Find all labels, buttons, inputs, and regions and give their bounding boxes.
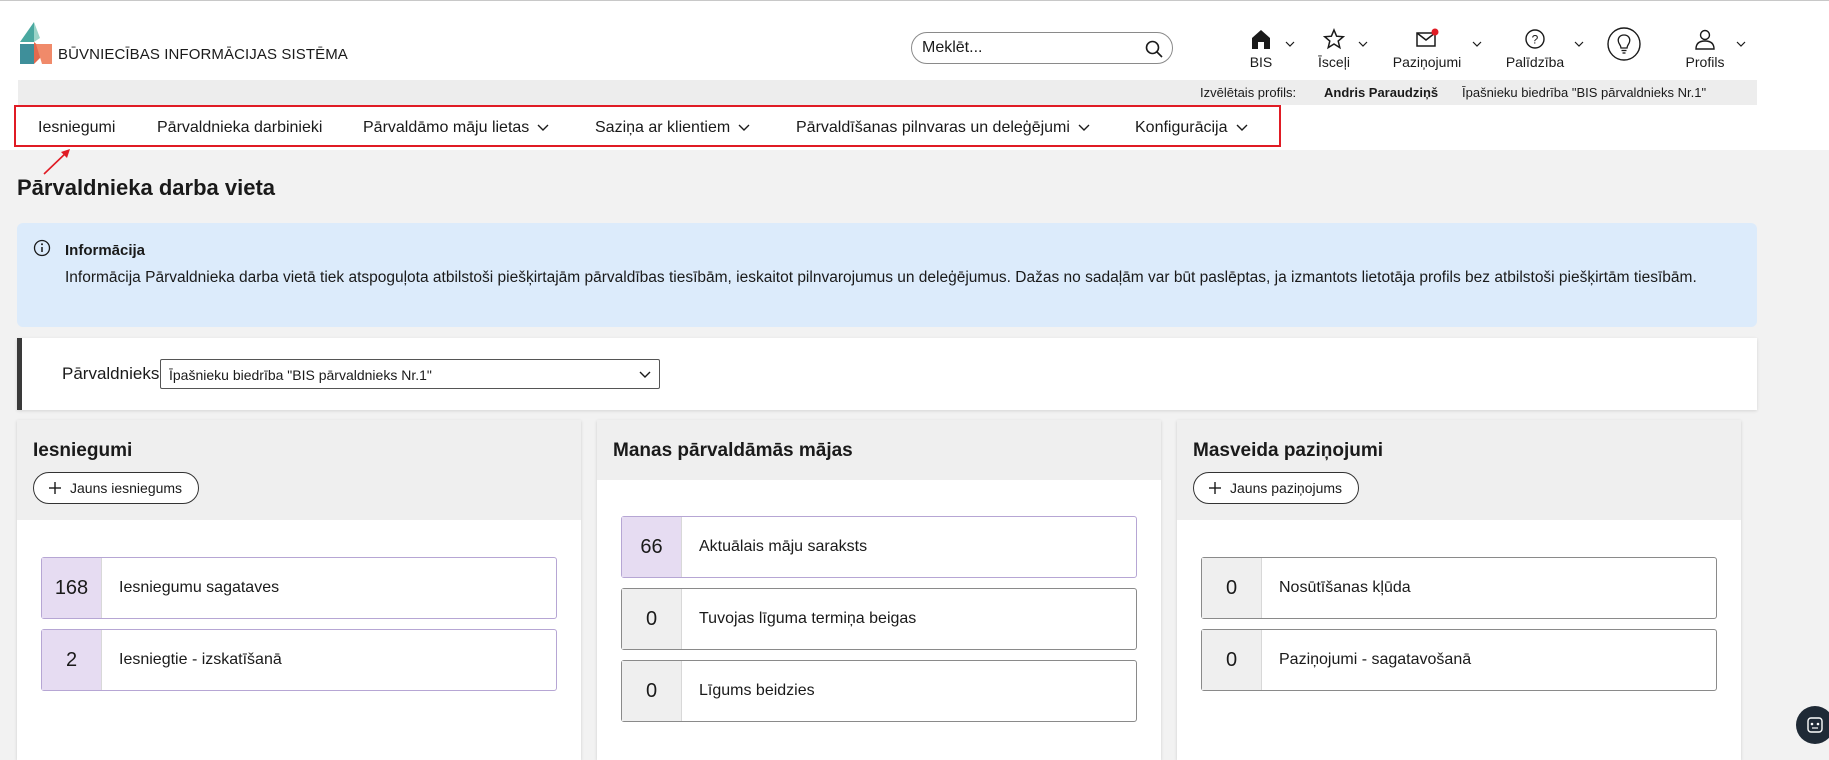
stat-count: 0 [622,661,682,721]
help-icon: ? [1525,29,1545,49]
logo-text: BŪVNIECĪBAS INFORMĀCIJAS SISTĒMA [58,46,348,63]
card-title: Iesniegumi [33,440,133,461]
topnav-palidziba-label: Palīdzība [1505,54,1565,70]
chevron-down-icon[interactable] [1574,40,1584,48]
chevron-down-icon[interactable] [1736,40,1746,48]
topnav-ideas[interactable] [1606,26,1642,76]
card-header: Masveida paziņojumi Jauns paziņojums [1177,420,1741,520]
profile-organization[interactable]: Īpašnieku biedrība "BIS pārvaldnieks Nr.… [1462,85,1706,100]
nav-sazina-ar-klientiem-label: Saziņa ar klientiem [595,119,731,136]
info-text: Informācija Pārvaldnieka darba vietā tie… [65,269,1697,286]
stat-label: Aktuālais māju saraksts [699,538,868,555]
stat-count: 168 [42,558,102,618]
topnav-pazinojumi-label: Paziņojumi [1392,54,1462,70]
stat-count: 0 [1202,558,1262,618]
svg-text:?: ? [1532,33,1539,47]
profile-label: Izvēlētais profils: [1200,85,1297,100]
manager-select-value: Īpašnieku biedrība "BIS pārvaldnieks Nr.… [169,367,432,383]
nav-konfiguracija[interactable]: Konfigurācija [1135,119,1248,137]
topnav-bis-label: BIS [1249,54,1273,70]
chevron-down-icon[interactable] [1358,40,1368,48]
stat-count: 0 [1202,630,1262,690]
card-title: Manas pārvaldāmās mājas [613,440,853,461]
card-header: Iesniegumi Jauns iesniegums [17,420,581,520]
new-submission-label: Jauns iesniegums [70,480,183,496]
chevron-down-icon[interactable] [1285,40,1295,48]
chatbot-icon [1807,717,1823,733]
nav-parvaldnieka-darbinieki[interactable]: Pārvaldnieka darbinieki [157,119,322,137]
nav-iesniegumi[interactable]: Iesniegumi [38,119,115,137]
stat-label: Nosūtīšanas kļūda [1279,579,1411,596]
chevron-down-icon[interactable] [1472,40,1482,48]
stat-count: 2 [42,630,102,690]
nav-parvaldisanas-pilnvaras[interactable]: Pārvaldīšanas pilnvaras un deleģējumi [796,119,1090,137]
stat-label: Iesniegtie - izskatīšanā [119,651,282,668]
stat-contract-ended[interactable]: 0 Līgums beidzies [621,660,1137,722]
topnav-pazinojumi[interactable]: Paziņojumi [1390,24,1464,74]
search-input[interactable] [922,38,1132,58]
info-banner: Informācija Informācija Pārvaldnieka dar… [17,223,1757,327]
topnav-profils[interactable]: Profils [1683,24,1727,74]
manager-selector-label: Pārvaldnieks [62,364,160,383]
stat-current-houses[interactable]: 66 Aktuālais māju saraksts [621,516,1137,578]
card-iesniegumi: Iesniegumi Jauns iesniegums 168 Iesniegu… [17,420,581,760]
card-mass-notifications: Masveida paziņojumi Jauns paziņojums 0 N… [1177,420,1741,760]
profile-bar: Izvēlētais profils: Andris Paraudziņš Īp… [18,80,1757,105]
stat-label: Iesniegumu sagataves [119,579,280,596]
chevron-down-icon [1236,124,1247,131]
bis-logo-icon [20,22,52,64]
nav-sazina-ar-klientiem[interactable]: Saziņa ar klientiem [595,119,750,137]
nav-parvaldamo-maju-lietas[interactable]: Pārvaldāmo māju lietas [363,119,549,137]
stat-drafts[interactable]: 168 Iesniegumu sagataves [41,557,557,619]
stat-contract-ending[interactable]: 0 Tuvojas līguma termiņa beigas [621,588,1137,650]
new-submission-button[interactable]: Jauns iesniegums [33,472,200,504]
topnav-isceli-label: Īsceļi [1318,54,1350,70]
nav-iesniegumi-label: Iesniegumi [38,119,116,136]
topnav-palidziba[interactable]: ? Palīdzība [1503,24,1567,74]
stat-count: 0 [622,589,682,649]
stat-under-review[interactable]: 2 Iesniegtie - izskatīšanā [41,629,557,691]
mail-icon [1416,28,1439,47]
user-icon [1695,29,1715,50]
chevron-down-icon [639,371,651,378]
info-icon [33,239,51,257]
nav-konfiguracija-label: Konfigurācija [1135,119,1228,136]
search-box[interactable] [911,32,1173,64]
stat-notifications-draft[interactable]: 0 Paziņojumi - sagatavošanā [1201,629,1717,691]
card-header: Manas pārvaldāmās mājas [597,420,1161,480]
nav-parvaldisanas-pilnvaras-label: Pārvaldīšanas pilnvaras un deleģējumi [796,119,1070,136]
new-notification-label: Jauns paziņojums [1230,480,1343,496]
home-icon [1252,30,1270,49]
info-title: Informācija [65,242,146,259]
manager-selector-panel: Pārvaldnieks Īpašnieku biedrība "BIS pār… [17,338,1757,410]
topnav-profils-label: Profils [1685,54,1725,70]
stat-count: 66 [622,517,682,577]
assistant-button[interactable] [1796,706,1829,744]
nav-parvaldamo-maju-lietas-label: Pārvaldāmo māju lietas [363,119,530,136]
plus-icon [49,482,61,494]
page-title: Pārvaldnieka darba vieta [17,175,276,200]
topnav-bis[interactable]: BIS [1243,24,1279,74]
new-notification-button[interactable]: Jauns paziņojums [1193,472,1360,504]
manager-select[interactable]: Īpašnieku biedrība "BIS pārvaldnieks Nr.… [160,359,660,389]
chevron-down-icon [537,124,549,131]
stat-send-error[interactable]: 0 Nosūtīšanas kļūda [1201,557,1717,619]
plus-icon [1209,482,1221,494]
search-icon[interactable] [1144,39,1164,59]
main-navigation: Iesniegumi Pārvaldnieka darbinieki Pārva… [14,105,1281,147]
profile-user[interactable]: Andris Paraudziņš [1324,85,1438,100]
lightbulb-icon [1607,27,1641,61]
stat-label: Līgums beidzies [699,682,815,699]
annotation-arrow [43,149,70,175]
star-icon [1323,28,1345,50]
card-title: Masveida paziņojumi [1193,440,1384,461]
chevron-down-icon [738,124,750,131]
nav-parvaldnieka-darbinieki-label: Pārvaldnieka darbinieki [157,119,323,136]
stat-label: Paziņojumi - sagatavošanā [1279,651,1472,668]
topnav-isceli[interactable]: Īsceļi [1316,24,1352,74]
chevron-down-icon [1078,124,1090,131]
stat-label: Tuvojas līguma termiņa beigas [699,610,917,627]
bis-logo[interactable] [20,22,54,64]
card-managed-houses: Manas pārvaldāmās mājas 66 Aktuālais māj… [597,420,1161,760]
